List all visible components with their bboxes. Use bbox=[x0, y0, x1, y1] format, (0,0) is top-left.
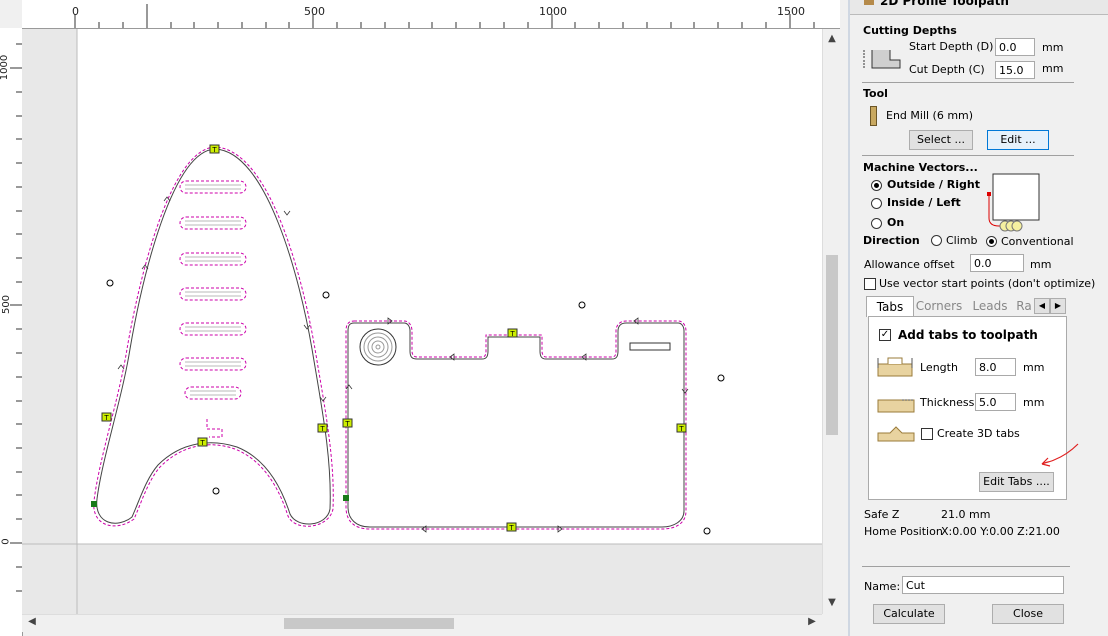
add-tabs-checkbox[interactable]: ✓ bbox=[879, 329, 891, 341]
home-position-value: X:0.00 Y:0.00 Z:21.00 bbox=[941, 525, 1060, 538]
direction-label: Direction bbox=[863, 234, 920, 247]
tab-scroll-right-icon[interactable]: ▶ bbox=[1050, 298, 1066, 314]
annotation-arrow bbox=[1041, 443, 1079, 467]
svg-text:T: T bbox=[508, 524, 514, 532]
start-depth-unit: mm bbox=[1042, 41, 1064, 54]
svg-text:T: T bbox=[319, 425, 325, 433]
tab-3d-icon bbox=[877, 426, 915, 442]
svg-text:T: T bbox=[211, 146, 217, 154]
tab-ramps[interactable]: Ra bbox=[1015, 296, 1033, 316]
tab-thickness-unit: mm bbox=[1023, 396, 1045, 409]
ruler-label-0-v: 0 bbox=[0, 538, 12, 545]
toolpath-name-input[interactable] bbox=[902, 576, 1064, 594]
create-3d-tabs-label[interactable]: Create 3D tabs bbox=[937, 427, 1020, 440]
vertical-scrollbar[interactable]: ▲ ▼ bbox=[822, 29, 841, 614]
horizontal-scrollbar[interactable]: ◀ ▶ bbox=[22, 614, 822, 632]
svg-text:T: T bbox=[103, 414, 109, 422]
svg-text:T: T bbox=[344, 420, 350, 428]
tab-length-unit: mm bbox=[1023, 361, 1045, 374]
scroll-up-icon[interactable]: ▲ bbox=[824, 33, 840, 44]
svg-text:T: T bbox=[678, 425, 684, 433]
radio-climb[interactable] bbox=[931, 235, 942, 246]
ruler-label-500-v: 500 bbox=[1, 294, 13, 315]
tab-corners[interactable]: Corners bbox=[914, 296, 964, 316]
panel-titlebar: 2D Profile Toolpath bbox=[850, 0, 1108, 15]
start-depth-label: Start Depth (D) bbox=[909, 40, 994, 53]
safe-z-value: 21.0 mm bbox=[941, 508, 991, 521]
start-marker-right bbox=[343, 495, 349, 501]
tool-edit-button[interactable]: Edit ... bbox=[987, 130, 1049, 150]
panel-title: 2D Profile Toolpath bbox=[880, 0, 1009, 8]
radio-outside-right-label[interactable]: Outside / Right bbox=[887, 178, 980, 191]
cut-depth-icon bbox=[863, 50, 901, 69]
radio-inside-left-label[interactable]: Inside / Left bbox=[887, 196, 961, 209]
ruler-label-1000: 1000 bbox=[539, 5, 567, 18]
scroll-left-icon[interactable]: ◀ bbox=[24, 616, 40, 627]
radio-inside-left[interactable] bbox=[871, 198, 882, 209]
ruler-label-1000-v: 1000 bbox=[0, 54, 11, 81]
vertical-ruler: 1000 500 0 bbox=[0, 28, 23, 636]
horizontal-ruler-ticks bbox=[74, 4, 815, 28]
ruler-label-0: 0 bbox=[72, 5, 79, 18]
tool-header: Tool bbox=[863, 87, 888, 100]
name-label: Name: bbox=[864, 580, 901, 593]
tab-leads[interactable]: Leads bbox=[968, 296, 1012, 316]
tab-length-input[interactable] bbox=[975, 358, 1016, 376]
toolpath-icon bbox=[864, 0, 874, 5]
create-3d-tabs-checkbox[interactable] bbox=[921, 428, 933, 440]
scroll-right-icon[interactable]: ▶ bbox=[804, 616, 820, 627]
toolpath-drawing[interactable]: T T T T T T T T bbox=[22, 29, 822, 614]
calculate-button[interactable]: Calculate bbox=[873, 604, 945, 624]
ruler-label-1500: 1500 bbox=[777, 5, 805, 18]
cutting-depths-header: Cutting Depths bbox=[863, 24, 957, 37]
svg-text:T: T bbox=[509, 330, 515, 338]
radio-on-label[interactable]: On bbox=[887, 216, 904, 229]
separator bbox=[862, 566, 1070, 567]
radio-climb-label[interactable]: Climb bbox=[946, 234, 978, 247]
machine-vector-preview bbox=[987, 173, 1040, 232]
tool-name: End Mill (6 mm) bbox=[886, 109, 974, 122]
tab-tabs[interactable]: Tabs bbox=[866, 296, 914, 317]
horizontal-scroll-thumb[interactable] bbox=[284, 618, 454, 629]
ruler-label-500: 500 bbox=[304, 5, 325, 18]
tab-thickness-input[interactable] bbox=[975, 393, 1016, 411]
radio-conventional[interactable] bbox=[986, 236, 997, 247]
radio-on[interactable] bbox=[871, 218, 882, 229]
close-button[interactable]: Close bbox=[992, 604, 1064, 624]
home-position-label: Home Position bbox=[864, 525, 943, 538]
horizontal-ruler: 0 500 1000 1500 bbox=[22, 0, 840, 29]
separator bbox=[862, 155, 1074, 156]
vector-start-label[interactable]: Use vector start points (don't optimize) bbox=[879, 277, 1095, 290]
radio-conventional-label[interactable]: Conventional bbox=[1001, 235, 1074, 248]
safe-z-label: Safe Z bbox=[864, 508, 900, 521]
material-sheet bbox=[77, 29, 822, 544]
radio-outside-right[interactable] bbox=[871, 180, 882, 191]
allowance-unit: mm bbox=[1030, 258, 1052, 271]
tab-thickness-label: Thickness bbox=[920, 396, 975, 409]
cut-depth-input[interactable] bbox=[995, 61, 1035, 79]
vertical-scroll-thumb[interactable] bbox=[826, 255, 838, 435]
vertical-ruler-ticks bbox=[10, 43, 22, 592]
machine-vectors-header: Machine Vectors... bbox=[863, 161, 978, 174]
allowance-input[interactable] bbox=[970, 254, 1024, 272]
svg-text:T: T bbox=[199, 439, 205, 447]
cut-depth-unit: mm bbox=[1042, 62, 1064, 75]
add-tabs-label[interactable]: Add tabs to toolpath bbox=[898, 328, 1038, 342]
vector-start-checkbox[interactable] bbox=[864, 278, 876, 290]
scroll-down-icon[interactable]: ▼ bbox=[824, 597, 840, 608]
tab-length-icon bbox=[877, 357, 913, 377]
tool-select-button[interactable]: Select ... bbox=[909, 130, 973, 150]
separator bbox=[862, 82, 1074, 83]
tab-length-label: Length bbox=[920, 361, 958, 374]
tab-thickness-icon bbox=[877, 399, 915, 413]
start-depth-input[interactable] bbox=[995, 38, 1035, 56]
end-mill-icon bbox=[870, 106, 877, 126]
start-marker-left bbox=[91, 501, 97, 507]
drawing-canvas[interactable]: T T T T T T T T bbox=[22, 29, 822, 614]
edit-tabs-button[interactable]: Edit Tabs .... bbox=[979, 472, 1054, 492]
tab-scroll-left-icon[interactable]: ◀ bbox=[1034, 298, 1050, 314]
cut-depth-label: Cut Depth (C) bbox=[909, 63, 985, 76]
allowance-label: Allowance offset bbox=[864, 258, 955, 271]
